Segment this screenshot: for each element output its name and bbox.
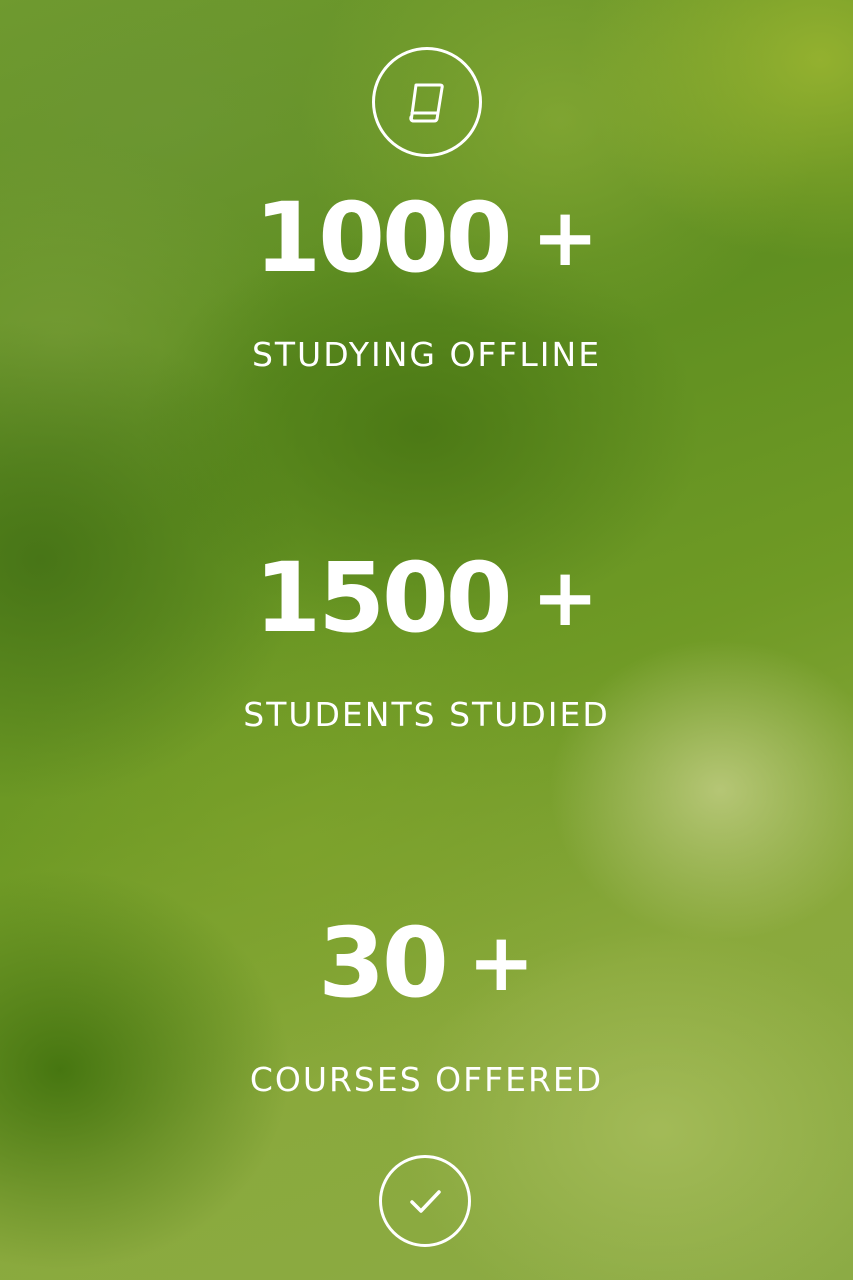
stat-number: 1000 +: [254, 190, 598, 286]
book-icon: [409, 83, 444, 123]
check-button[interactable]: [379, 1155, 471, 1247]
stat-label: COURSES OFFERED: [249, 1060, 604, 1099]
stat-number-suffix: +: [467, 916, 535, 1009]
book-icon-badge: [372, 47, 482, 157]
stat-students-studied: 1500 + STUDENTS STUDIED: [0, 550, 853, 731]
stat-studying-offline: 1000 + STUDYING OFFLINE: [0, 190, 853, 371]
stat-number-suffix: +: [531, 551, 599, 644]
stat-number: 1500 +: [254, 550, 598, 646]
stat-number-value: 1500: [254, 542, 512, 654]
check-icon: [410, 1190, 441, 1213]
stat-label: STUDENTS STUDIED: [243, 695, 610, 734]
stat-number-suffix: +: [531, 191, 599, 284]
stat-number-value: 1000: [254, 182, 512, 294]
stat-number: 30 +: [318, 915, 535, 1011]
stat-number-value: 30: [318, 907, 449, 1019]
stat-label: STUDYING OFFLINE: [251, 335, 602, 374]
stat-courses-offered: 30 + COURSES OFFERED: [0, 915, 853, 1096]
